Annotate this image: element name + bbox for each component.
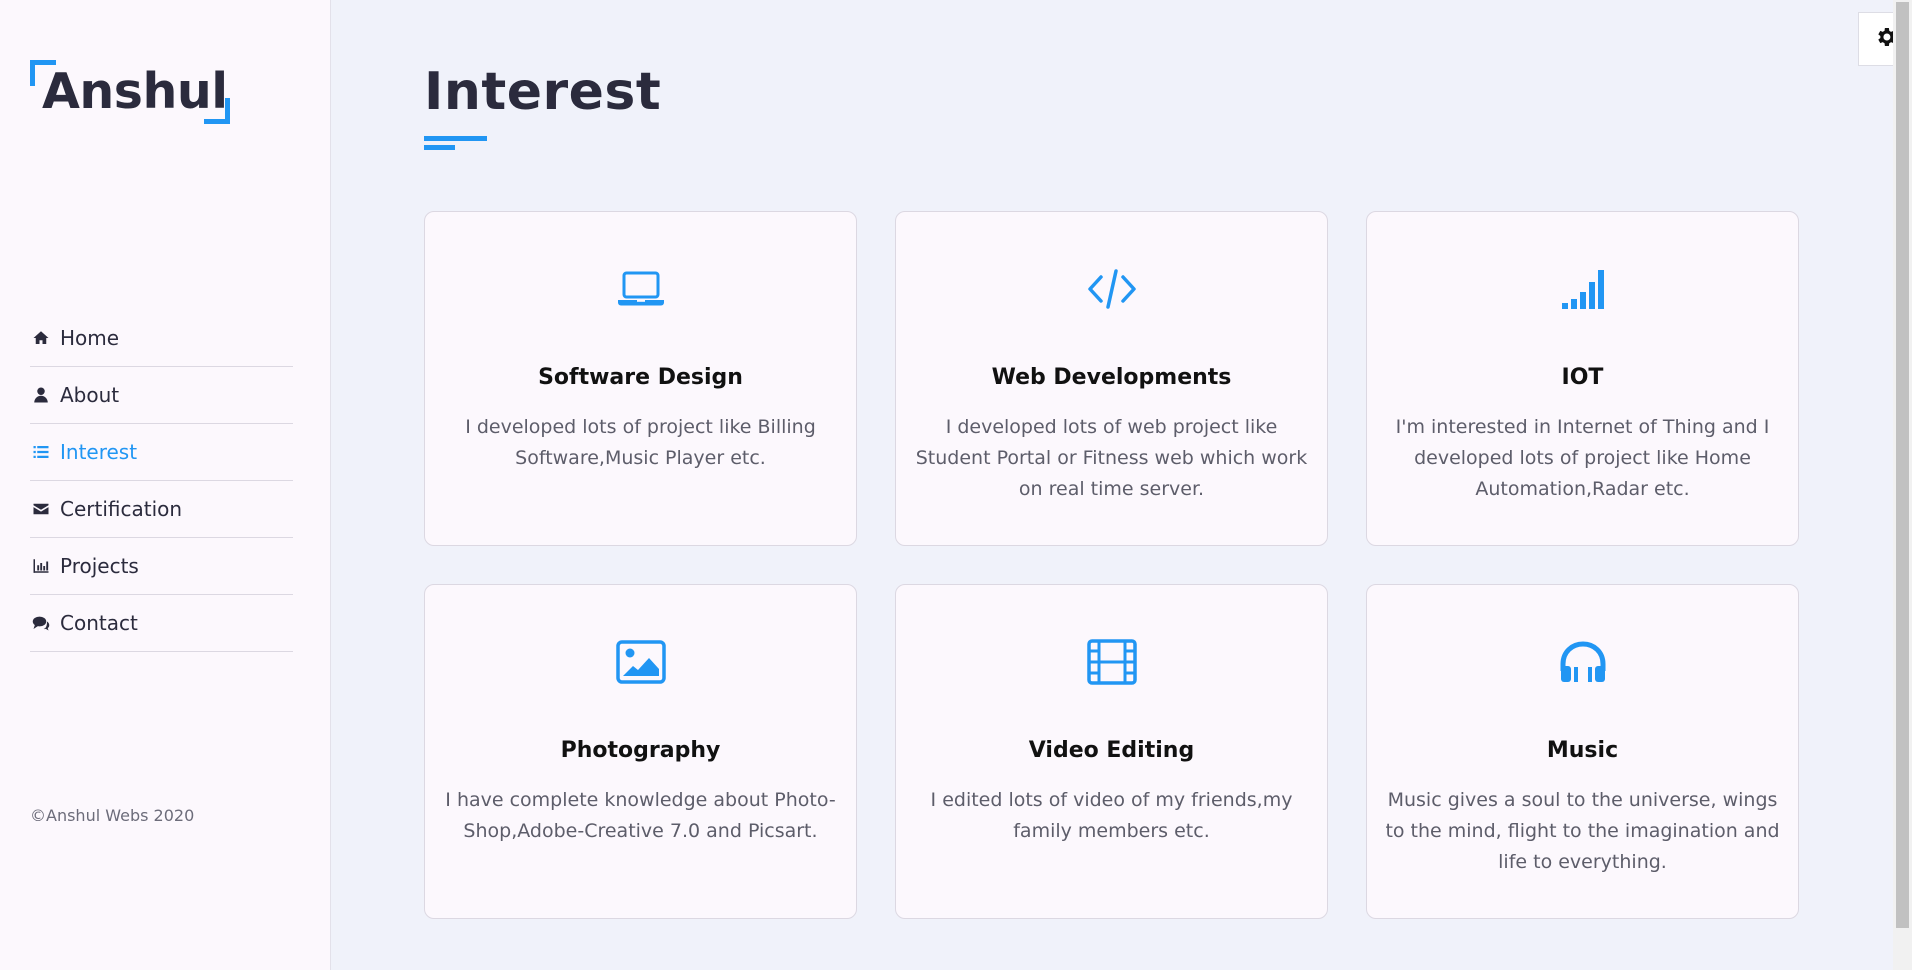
sidebar-item-label: Home: [60, 326, 120, 350]
interest-cards: Software Design I developed lots of proj…: [424, 211, 1800, 919]
interest-card-software-design: Software Design I developed lots of proj…: [424, 211, 857, 546]
interest-card-web-developments: Web Developments I developed lots of web…: [895, 211, 1328, 546]
interest-card-music: Music Music gives a soul to the universe…: [1366, 584, 1799, 919]
envelope-icon: [30, 498, 52, 520]
sidebar-item-label: Contact: [60, 611, 138, 635]
page-title: Interest: [424, 62, 662, 122]
card-text: I edited lots of video of my friends,my …: [930, 789, 1293, 842]
sidebar-item-interest[interactable]: Interest: [30, 424, 293, 481]
card-text: I have complete knowledge about Photo-Sh…: [445, 789, 836, 842]
sidebar-item-label: Interest: [60, 440, 138, 464]
laptop-icon: [613, 264, 669, 314]
card-text: Music gives a soul to the universe, wing…: [1385, 789, 1780, 873]
card-title: IOT: [1561, 365, 1604, 390]
code-icon: [1084, 264, 1140, 314]
sidebar-item-about[interactable]: About: [30, 367, 293, 424]
headphones-icon: [1555, 637, 1611, 687]
signal-icon: [1555, 264, 1611, 314]
home-icon: [30, 327, 52, 349]
interest-card-video-editing: Video Editing I edited lots of video of …: [895, 584, 1328, 919]
card-title: Web Developments: [991, 365, 1232, 390]
sidebar: Anshul Home About Interest Certification…: [0, 0, 331, 970]
copyright: ©Anshul Webs 2020: [30, 806, 195, 825]
sidebar-item-projects[interactable]: Projects: [30, 538, 293, 595]
film-icon: [1084, 637, 1140, 687]
page: Anshul Home About Interest Certification…: [0, 0, 1912, 970]
image-icon: [613, 637, 669, 687]
scrollbar-thumb[interactable]: [1896, 2, 1909, 928]
sidebar-item-label: Projects: [60, 554, 139, 578]
interest-card-photography: Photography I have complete knowledge ab…: [424, 584, 857, 919]
card-title: Video Editing: [1028, 738, 1195, 763]
bar-chart-icon: [30, 555, 52, 577]
list-icon: [30, 441, 52, 463]
comments-icon: [30, 612, 52, 634]
logo[interactable]: Anshul: [30, 60, 230, 124]
main-content: Interest Software Design I developed lot…: [424, 0, 1824, 970]
card-text: I developed lots of project like Billing…: [465, 416, 816, 469]
card-text: I'm interested in Internet of Thing and …: [1395, 416, 1770, 500]
sidebar-item-label: Certification: [60, 497, 183, 521]
sidebar-item-label: About: [60, 383, 120, 407]
card-title: Photography: [560, 738, 721, 763]
sidebar-nav: Home About Interest Certification Projec…: [30, 310, 293, 652]
sidebar-item-certification[interactable]: Certification: [30, 481, 293, 538]
card-title: Music: [1546, 738, 1619, 763]
card-title: Software Design: [538, 365, 743, 390]
title-underline-short: [424, 145, 455, 150]
title-underline: [424, 136, 487, 141]
user-icon: [30, 384, 52, 406]
scrollbar[interactable]: [1893, 0, 1912, 970]
card-text: I developed lots of web project like Stu…: [915, 416, 1308, 500]
sidebar-item-contact[interactable]: Contact: [30, 595, 293, 652]
interest-card-iot: IOT I'm interested in Internet of Thing …: [1366, 211, 1799, 546]
logo-bracket-bottom-right: [204, 98, 230, 124]
sidebar-item-home[interactable]: Home: [30, 310, 293, 367]
logo-text: Anshul: [42, 63, 228, 120]
